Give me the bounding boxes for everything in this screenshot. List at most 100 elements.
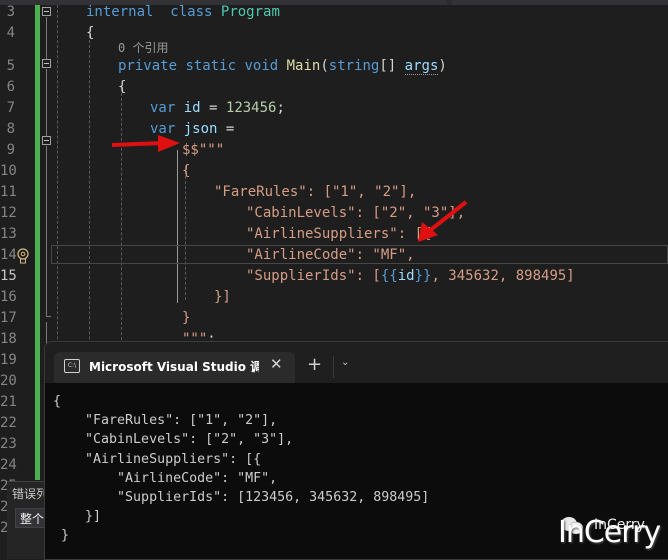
code-text: } <box>182 308 190 329</box>
code-token: }] <box>214 289 231 305</box>
code-line: 3 internal class Program <box>0 2 668 23</box>
code-text: "SupplierIds": [{{id}}, 345632, 898495] <box>246 266 575 287</box>
line-number: 16 <box>0 289 17 305</box>
code-line: 6{ <box>0 77 668 98</box>
code-token: id <box>183 100 201 116</box>
line-number: 17 <box>0 310 17 326</box>
console-icon: C:\ <box>64 359 80 373</box>
code-line: 10 { <box>0 161 668 182</box>
code-text: var json = <box>150 119 234 140</box>
line-number: 3 <box>6 4 15 20</box>
line-number: 21 <box>0 394 17 410</box>
code-text: }] <box>214 287 231 308</box>
code-line: 12 "CabinLevels": ["2", "3"], <box>0 203 668 224</box>
code-line: 8 var json = <box>0 119 668 140</box>
code-text: "AirlineSuppliers": [{ <box>246 224 431 245</box>
chevron-down-icon[interactable]: ⌄ <box>341 357 349 368</box>
close-icon[interactable]: ✕ <box>270 355 283 373</box>
code-text: "AirlineCode": "MF", <box>246 245 415 266</box>
code-token: Main <box>286 58 321 74</box>
line-number: 20 <box>0 373 17 389</box>
line-number: 23 <box>0 436 17 452</box>
terminal-tab-title: Microsoft Visual Studio 调试控制台 <box>89 360 259 374</box>
code-token: class <box>170 4 213 20</box>
code-token: $$""" <box>182 142 225 158</box>
line-number: 19 <box>0 352 17 368</box>
code-text: "FareRules": ["1", "2"], <box>214 182 416 203</box>
code-token: , 345632, 898495] <box>431 268 575 284</box>
code-token: 123456 <box>225 100 277 116</box>
code-token: internal <box>86 4 154 20</box>
line-number: 22 <box>0 415 17 431</box>
code-line: 11 "FareRules": ["1", "2"], <box>0 182 668 203</box>
code-text: var id = 123456; <box>150 98 285 119</box>
code-token: Program <box>220 4 280 20</box>
code-line: 7 var id = 123456; <box>0 98 668 119</box>
code-token: private <box>118 58 178 74</box>
code-token: var <box>150 100 176 116</box>
lightbulb-icon[interactable] <box>17 248 29 264</box>
watermark-small-text: InCerry <box>594 517 645 533</box>
terminal-tab[interactable]: C:\ Microsoft Visual Studio 调试控制台 ✕ <box>54 352 295 383</box>
code-token: ) <box>438 58 447 74</box>
code-token: json <box>183 121 218 137</box>
terminal-output: { "FareRules": ["1", "2"], "CabinLevels"… <box>53 394 430 544</box>
line-number: 8 <box>6 121 15 137</box>
code-token: { <box>182 163 191 179</box>
code-token: "FareRules": ["1", "2"], <box>214 184 417 200</box>
line-number: 11 <box>0 184 17 200</box>
code-line: 17} <box>0 308 668 329</box>
code-token: string <box>328 58 380 74</box>
code-token: id <box>397 268 415 284</box>
line-number: 18 <box>0 331 17 347</box>
code-text: internal class Program <box>86 2 280 23</box>
code-token: [] <box>379 58 405 74</box>
line-number: 7 <box>6 100 15 116</box>
code-line: 16}] <box>0 287 668 308</box>
code-line: 9 $$""" <box>0 140 668 161</box>
code-token: = <box>200 100 226 116</box>
code-token: args <box>404 58 439 75</box>
code-line: 14 "AirlineCode": "MF", <box>0 245 668 266</box>
code-text: { <box>182 161 190 182</box>
code-token: } <box>182 310 191 326</box>
line-number: 9 <box>6 142 15 158</box>
code-token: "SupplierIds": [ <box>246 268 381 284</box>
code-token: var <box>150 121 176 137</box>
line-number: 12 <box>0 205 17 221</box>
code-token: { <box>118 79 127 95</box>
codelens-references[interactable]: 0 个引用 <box>118 41 168 55</box>
line-number: 13 <box>0 226 17 242</box>
code-text: private static void Main(string[] args) <box>118 56 447 77</box>
code-token: "AirlineSuppliers": [{ <box>246 226 432 242</box>
line-number: 6 <box>6 79 15 95</box>
code-token: ( <box>320 58 329 74</box>
code-token: = <box>217 121 235 137</box>
code-token: void <box>244 58 279 74</box>
new-tab-button[interactable]: + <box>307 354 322 375</box>
code-token: }} <box>414 268 432 284</box>
line-number: 15 <box>0 268 17 284</box>
line-number: 10 <box>0 163 17 179</box>
line-number: 5 <box>6 58 15 74</box>
tab-divider <box>333 356 334 378</box>
code-line: 15 "SupplierIds": [{{id}}, 345632, 898495… <box>0 266 668 287</box>
code-line: 5 private static void Main(string[] args) <box>0 56 668 77</box>
code-token: {{ <box>380 268 398 284</box>
code-token: ; <box>276 100 285 116</box>
code-text: { <box>118 77 126 98</box>
code-token: static <box>185 58 237 74</box>
code-text: $$""" <box>182 140 224 161</box>
line-number: 24 <box>0 457 17 473</box>
line-number: 14 <box>0 247 17 263</box>
code-token: "CabinLevels": ["2", "3"], <box>246 205 466 221</box>
terminal-tab-bar: C:\ Microsoft Visual Studio 调试控制台 ✕ + ⌄ <box>45 342 668 383</box>
code-text: "CabinLevels": ["2", "3"], <box>246 203 465 224</box>
code-line: 13 "AirlineSuppliers": [{ <box>0 224 668 245</box>
code-token: "AirlineCode": "MF", <box>246 247 415 263</box>
